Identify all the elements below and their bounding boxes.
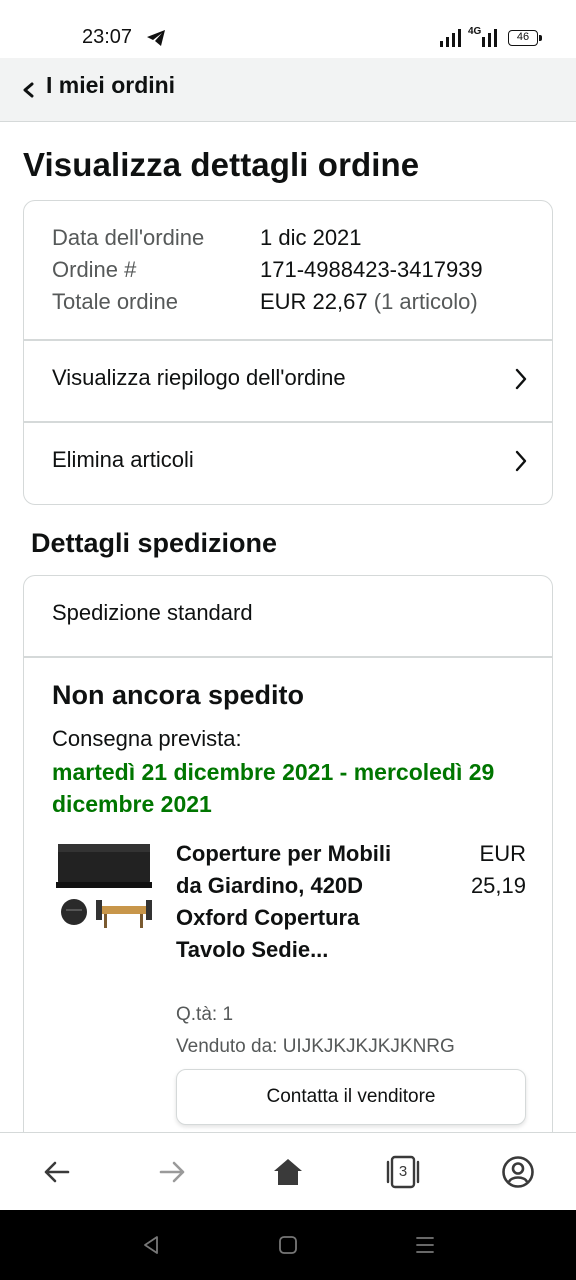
chevron-right-icon [515,450,527,472]
telegram-icon [147,30,165,46]
shipping-status: Non ancora spedito [52,680,305,710]
tabs-count: 3 [398,1163,408,1180]
nav-title-link[interactable]: I miei ordini [46,72,175,99]
shipping-card: Spedizione standard Non ancora spedito C… [23,575,553,1195]
tabs-button[interactable]: 3 [386,1155,420,1189]
expected-delivery-label: Consegna prevista: [52,726,242,751]
system-home-icon[interactable] [277,1234,299,1256]
product-image[interactable] [54,838,154,938]
status-bar: 23:07 4G 46 [0,0,576,58]
chevron-right-icon [515,368,527,390]
product-title-link[interactable]: Coperture per Mobili da Giardino, 420D O… [176,838,416,966]
delete-items-label: Elimina articoli [52,447,194,472]
system-recents-icon[interactable] [414,1234,436,1256]
product-seller: Venduto da: UIJKJKJKJKJKNRG [176,1036,455,1057]
divider [24,656,552,658]
signal-icon [440,29,461,47]
order-total-value-wrap: EUR 22,67 (1 articolo) [260,289,478,315]
system-back-icon[interactable] [140,1234,162,1256]
forward-arrow-icon[interactable] [155,1155,189,1189]
order-number-label: Ordine # [52,257,137,282]
product-price-value: 25,19 [470,873,526,898]
shipping-type: Spedizione standard [52,600,253,625]
delete-items-link[interactable]: Elimina articoli [24,423,552,503]
back-chevron-icon[interactable] [20,78,36,102]
product-price-currency: EUR [479,841,526,866]
order-total-label: Totale ordine [52,289,178,314]
order-total-items: (1 articolo) [373,289,478,314]
order-summary-card: Data dell'ordine 1 dic 2021 Ordine # 171… [23,200,553,505]
system-nav-bar [0,1210,576,1280]
home-icon[interactable] [271,1155,305,1189]
expected-delivery-dates: martedì 21 dicembre 2021 - mercoledì 29 … [52,759,495,817]
product-quantity: Q.tà: 1 [176,1004,234,1025]
order-number-value: 171-4988423-3417939 [260,257,483,282]
battery-icon: 46 [508,30,542,46]
back-arrow-icon[interactable] [40,1155,74,1189]
account-icon[interactable] [501,1155,535,1189]
order-total-value: EUR 22,67 [260,289,368,314]
product-price: EUR 25,19 [444,838,526,902]
shipping-section-title: Dettagli spedizione [31,528,278,558]
contact-seller-button[interactable]: Contatta il venditore [176,1069,526,1125]
signal-2-icon [482,29,497,47]
page-title: Visualizza dettagli ordine [23,146,420,183]
top-nav: I miei ordini [0,58,576,122]
view-order-summary-link[interactable]: Visualizza riepilogo dell'ordine [24,341,552,421]
battery-level: 46 [516,31,530,43]
order-date-label: Data dell'ordine [52,225,205,250]
view-order-summary-label: Visualizza riepilogo dell'ordine [52,365,346,390]
order-date-value: 1 dic 2021 [260,225,362,250]
status-time: 23:07 [82,26,133,48]
browser-bottom-bar: 3 [0,1132,576,1210]
